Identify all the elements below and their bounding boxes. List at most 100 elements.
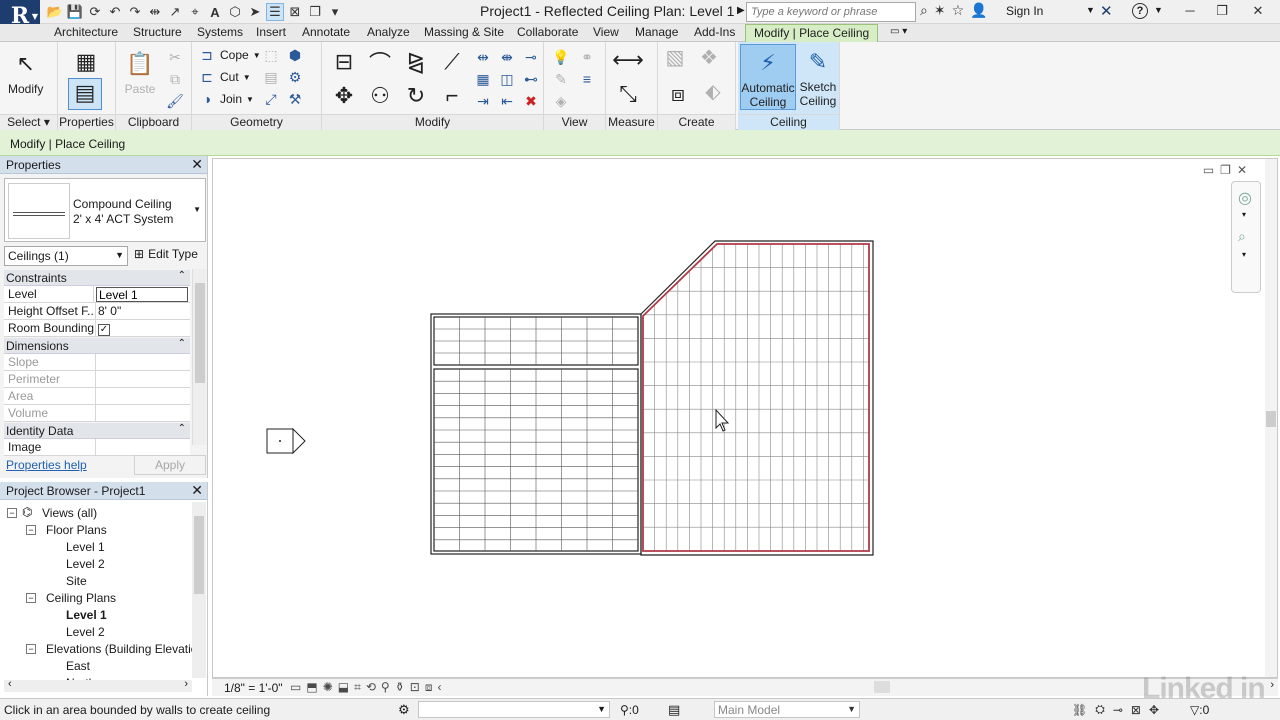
demolish-icon[interactable]: ⚙: [286, 68, 304, 86]
edit-type-button[interactable]: ⊞ Edit Type: [134, 247, 198, 261]
split-gap-icon[interactable]: ⇼: [498, 48, 516, 66]
thin-lines-toggle-icon[interactable]: ≡: [578, 70, 596, 88]
tree-node-site[interactable]: Site: [0, 573, 192, 590]
close-icon[interactable]: ✕: [191, 156, 203, 173]
properties-help-link[interactable]: Properties help: [6, 458, 87, 472]
cut-geometry-button[interactable]: ⊏ Cut ▼: [198, 68, 250, 86]
automatic-ceiling-button[interactable]: ⚡ Automatic Ceiling: [740, 44, 796, 110]
tag-icon[interactable]: ⌖: [186, 3, 204, 21]
minimize-button[interactable]: ─: [1172, 0, 1208, 22]
subscription-icon[interactable]: ✶: [934, 2, 946, 19]
tree-node-ceiling-level-2[interactable]: Level 2: [0, 624, 192, 641]
redo-icon[interactable]: ↷: [126, 3, 144, 21]
create-group-button[interactable]: ⧈: [662, 78, 694, 112]
wall-joins-icon[interactable]: ⬚: [262, 46, 280, 64]
create-similar-icon[interactable]: ⬖: [704, 81, 722, 103]
detail-level-icon[interactable]: ▭: [290, 680, 301, 695]
select-by-face-icon[interactable]: ⊠: [1131, 703, 1141, 717]
tree-node-elevations[interactable]: − Elevations (Building Elevation: [0, 641, 204, 658]
tab-annotate[interactable]: Annotate: [302, 25, 350, 39]
favorites-star-icon[interactable]: ☆: [952, 2, 965, 19]
scroll-left-icon[interactable]: ‹: [8, 678, 12, 690]
align-button[interactable]: ⊟: [328, 46, 360, 80]
tree-node-ceiling-plans[interactable]: − Ceiling Plans: [0, 590, 192, 607]
selection-box-icon[interactable]: ◈: [552, 92, 570, 110]
switch-windows-icon[interactable]: ❐: [306, 3, 324, 21]
tab-add-ins[interactable]: Add-Ins: [694, 25, 735, 39]
tab-manage[interactable]: Manage: [635, 25, 678, 39]
user-icon[interactable]: 👤: [970, 2, 987, 19]
tree-node-floor-level-2[interactable]: Level 2: [0, 556, 192, 573]
chevron-down-icon[interactable]: ▼: [1086, 5, 1095, 15]
collapse-toggle-icon[interactable]: −: [26, 644, 36, 654]
tab-insert[interactable]: Insert: [256, 25, 286, 39]
collapse-toggle-icon[interactable]: −: [26, 593, 36, 603]
tab-view[interactable]: View: [593, 25, 619, 39]
type-properties-button[interactable]: ▦: [70, 46, 102, 80]
tree-node-ceiling-level-1[interactable]: Level 1: [0, 607, 192, 624]
copy-element-button[interactable]: ⚇: [364, 80, 396, 114]
tab-systems[interactable]: Systems: [197, 25, 243, 39]
show-crop-icon[interactable]: ⟲: [366, 680, 376, 695]
select-links-icon[interactable]: ⛓: [1072, 703, 1087, 717]
select-underlay-icon[interactable]: ⛭: [1095, 702, 1105, 717]
elevation-marker[interactable]: [266, 427, 306, 455]
close-icon[interactable]: ✕: [191, 482, 203, 499]
split-element-icon[interactable]: ⇹: [474, 48, 492, 66]
tab-modify-place-ceiling[interactable]: Modify | Place Ceiling: [745, 24, 879, 42]
section-icon[interactable]: ➤: [246, 3, 264, 21]
group-constraints[interactable]: Constraints ⌃: [4, 270, 190, 286]
hammer-icon[interactable]: ⚒: [286, 90, 304, 108]
sync-icon[interactable]: ⟳: [86, 3, 104, 21]
save-icon[interactable]: 💾: [66, 3, 84, 21]
chevron-left-icon[interactable]: ‹: [437, 680, 441, 695]
open-icon[interactable]: 📂: [46, 3, 64, 21]
workset-select[interactable]: ▼: [418, 701, 610, 718]
select-dropdown[interactable]: Select ▾: [0, 114, 57, 130]
canvas-scrollbar[interactable]: [1265, 159, 1277, 677]
offset-button[interactable]: ⌒: [364, 46, 396, 80]
restore-button[interactable]: ❐: [1204, 0, 1240, 22]
apply-button[interactable]: Apply: [134, 455, 206, 475]
tree-node-views-all[interactable]: − ⌬ Views (all): [0, 505, 192, 522]
browser-scrollbar[interactable]: [192, 502, 206, 678]
scroll-thumb[interactable]: [195, 283, 205, 383]
hscroll-thumb[interactable]: [874, 681, 890, 693]
split-face-icon[interactable]: ⬢: [286, 46, 304, 64]
properties-button[interactable]: ▤: [68, 78, 102, 110]
aligned-dimension-button[interactable]: ⤡: [612, 78, 644, 112]
browser-hscrollbar[interactable]: ‹ ›: [4, 678, 192, 692]
delete-icon[interactable]: ✖: [522, 92, 540, 110]
view-scale[interactable]: 1/8" = 1'-0": [224, 681, 283, 695]
crop-view-icon[interactable]: ⌗: [354, 680, 361, 695]
move-button[interactable]: ✥: [328, 80, 360, 114]
paste-button[interactable]: 📋 Paste: [124, 48, 156, 96]
match-properties-icon[interactable]: 🖌: [166, 92, 184, 110]
temporary-view-icon[interactable]: ⊡: [410, 680, 420, 695]
paint-icon[interactable]: ▤: [262, 68, 280, 86]
mirror-draw-button[interactable]: ⟋: [436, 46, 468, 80]
unpin-icon[interactable]: ⊷: [522, 70, 540, 88]
customize-qat-icon[interactable]: ▾: [326, 3, 344, 21]
type-selector[interactable]: Compound Ceiling 2' x 4' ACT System ▼: [4, 178, 206, 242]
undo-icon[interactable]: ↶: [106, 3, 124, 21]
design-option-select[interactable]: Main Model ▼: [714, 701, 860, 718]
ceiling-plan-drawing[interactable]: [213, 159, 1253, 677]
group-dimensions[interactable]: Dimensions ⌃: [4, 338, 190, 354]
array-icon[interactable]: ▦: [474, 70, 492, 88]
scroll-thumb[interactable]: [194, 516, 204, 594]
3d-view-icon[interactable]: ⬡: [226, 3, 244, 21]
unjoin-icon[interactable]: ⤢: [262, 90, 280, 108]
tree-node-east[interactable]: East: [0, 658, 192, 675]
linework-icon[interactable]: ✎: [552, 70, 570, 88]
worksets-icon[interactable]: ⚙: [398, 702, 410, 718]
drawing-canvas[interactable]: ▭ ❐ ✕ ◎ ▾ ⌕ ▾: [212, 158, 1278, 678]
copy-icon[interactable]: ⧉: [166, 70, 184, 88]
chevron-down-icon[interactable]: ▼: [1154, 5, 1163, 15]
override-icon[interactable]: ⚭: [578, 48, 596, 66]
cope-button[interactable]: ⊐ Cope ▼: [198, 46, 260, 64]
measure-between-button[interactable]: ⟷: [612, 44, 644, 78]
chevron-right-icon[interactable]: ▶: [737, 5, 745, 16]
tab-architecture[interactable]: Architecture: [54, 25, 118, 39]
trim-button[interactable]: ⌐: [436, 80, 468, 114]
